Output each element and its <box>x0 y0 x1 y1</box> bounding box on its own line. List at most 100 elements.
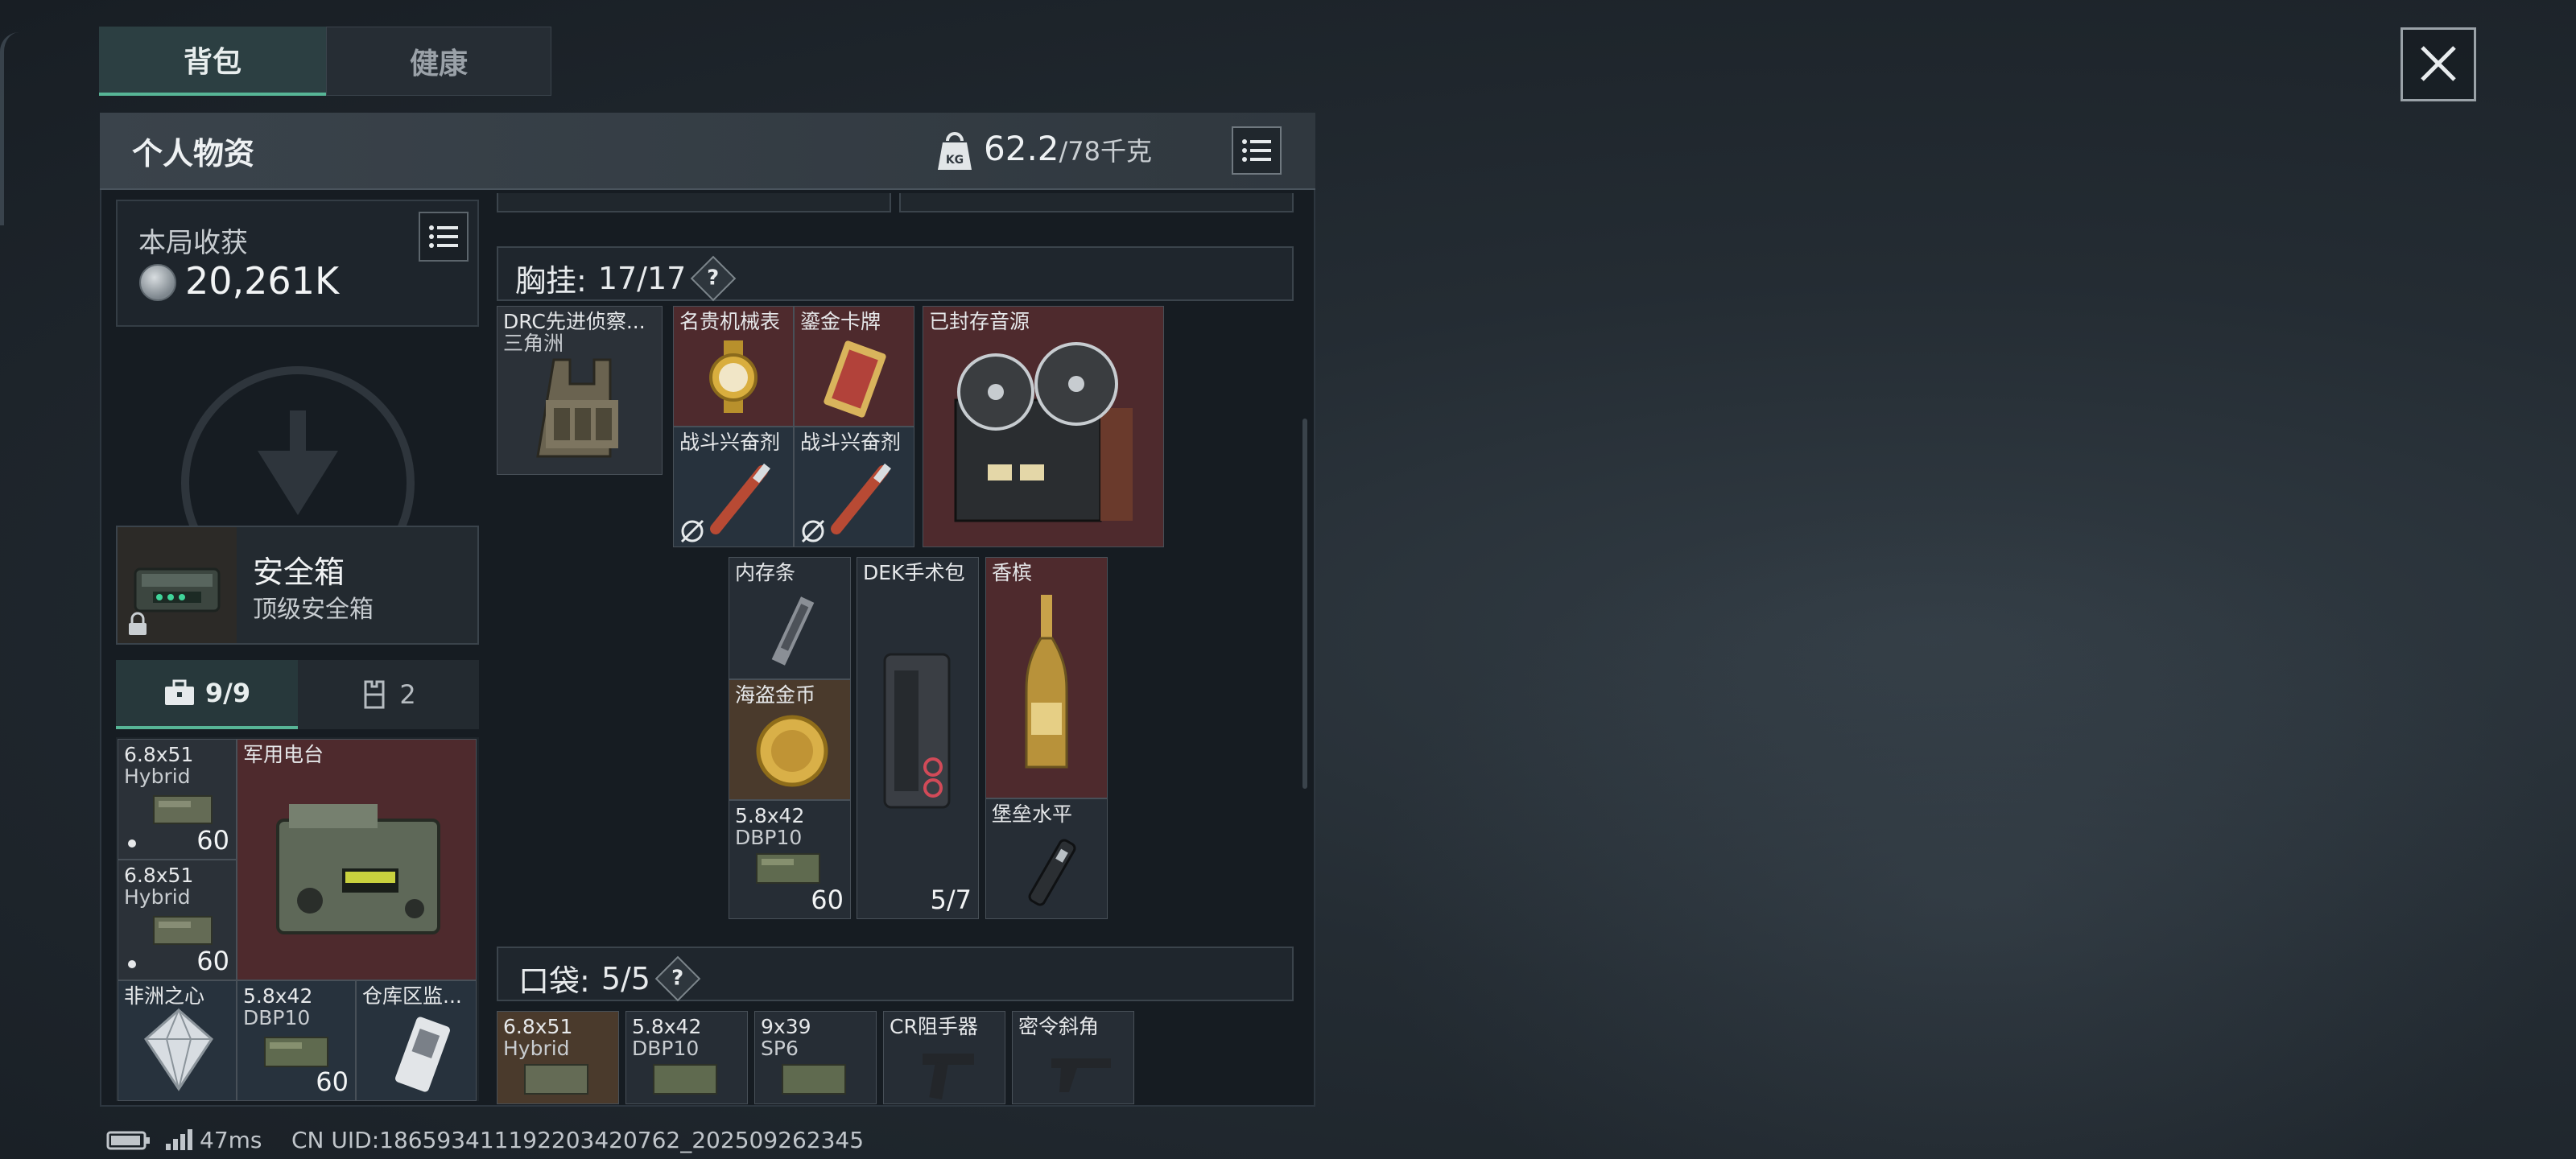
tab-secondary-container[interactable]: 2 <box>298 660 479 729</box>
item-quantity: 60 <box>196 825 229 856</box>
item-quantity: 60 <box>196 946 229 976</box>
lock-icon <box>129 612 147 635</box>
item-name: 9x39 <box>761 1015 811 1038</box>
help-button[interactable]: ? <box>691 255 737 301</box>
pockets-title: 口袋: 5/5 ? <box>518 955 701 1001</box>
list-item[interactable]: 密令斜角 <box>1012 1011 1134 1104</box>
list-item[interactable]: 海盗金币 <box>729 679 851 800</box>
gold-coin-image <box>756 715 828 787</box>
ammo-box-image <box>524 1064 588 1095</box>
ammo-box-image <box>782 1064 846 1095</box>
signal-icon <box>166 1129 192 1150</box>
list-item[interactable]: 5.8x42 DBP10 60 <box>237 980 356 1101</box>
scrollbar[interactable] <box>1302 419 1307 789</box>
list-item[interactable]: 6.8x51 Hybrid 60 <box>118 739 237 860</box>
list-item[interactable]: 军用电台 <box>237 739 477 980</box>
list-item[interactable]: DEK手术包 5/7 <box>857 557 979 919</box>
diamond-image <box>144 1008 213 1091</box>
vest-icon <box>364 680 385 709</box>
item-name: DEK手术包 <box>863 561 965 584</box>
earnings-list-button[interactable] <box>419 212 469 262</box>
marker-dot <box>128 839 136 848</box>
list-item[interactable]: 9x39 SP6 <box>754 1011 877 1104</box>
weight-icon-text: KG <box>946 154 964 167</box>
item-name: 6.8x51 <box>503 1015 573 1038</box>
weight-icon: KG <box>938 132 972 170</box>
weight-current: 62.2 <box>984 129 1059 168</box>
stim-injector-image <box>710 463 770 534</box>
no-use-icon <box>801 519 825 543</box>
item-quantity: 5/7 <box>930 885 972 915</box>
battery-icon <box>106 1131 150 1150</box>
grip-image <box>923 1054 974 1100</box>
list-item[interactable] <box>899 193 1294 212</box>
item-name: 内存条 <box>735 561 796 584</box>
earnings-value: 20,261K <box>185 259 340 303</box>
item-name: 6.8x51 <box>124 864 194 887</box>
sort-list-button[interactable] <box>1232 126 1282 175</box>
list-item[interactable]: 5.8x42 DBP10 60 <box>729 800 851 919</box>
list-item[interactable]: DRC先进侦察... 三角洲 <box>497 306 663 475</box>
list-item[interactable]: 战斗兴奋剂 <box>794 427 914 547</box>
champagne-image <box>1025 595 1068 769</box>
close-button[interactable] <box>2401 27 2476 101</box>
chest-rig-label: 胸挂: <box>515 263 587 299</box>
list-item[interactable]: 名贵机械表 <box>673 306 794 427</box>
ammo-box-image <box>756 853 820 884</box>
chest-rig-count: 17/17 <box>597 260 687 296</box>
list-item[interactable]: 仓库区监... <box>356 980 477 1101</box>
faction-emblem-watermark <box>181 366 415 531</box>
tab-backpack[interactable]: 背包 <box>99 27 326 96</box>
card-image <box>824 340 886 418</box>
list-item[interactable]: 5.8x42 DBP10 <box>625 1011 748 1104</box>
list-item[interactable]: 6.8x51 Hybrid <box>497 1011 619 1104</box>
list-item[interactable]: 战斗兴奋剂 <box>673 427 794 547</box>
tab-safe-box-slots[interactable]: 9/9 <box>116 660 298 729</box>
list-item[interactable]: 已封存音源 <box>923 306 1164 547</box>
list-item[interactable] <box>497 193 891 212</box>
marker-dot <box>128 960 136 968</box>
page-title: 个人物资 <box>132 136 255 171</box>
reel-recorder-image <box>954 342 1133 522</box>
tab-health[interactable]: 健康 <box>326 27 551 96</box>
tab-health-label: 健康 <box>409 47 468 80</box>
item-subname: Hybrid <box>124 885 191 909</box>
weight-readout: 62.2/78千克 <box>984 129 1152 168</box>
uid-readout: CN UID:18659341119220342076​2_2025092623… <box>291 1127 865 1153</box>
list-item[interactable]: 6.8x51 Hybrid 60 <box>118 860 237 980</box>
list-icon <box>1242 139 1271 162</box>
list-item[interactable]: 非洲之心 <box>118 980 237 1101</box>
pockets-count: 5/5 <box>601 960 650 996</box>
item-name: 密令斜角 <box>1018 1015 1100 1038</box>
safe-box-slots-count: 9/9 <box>204 678 251 708</box>
item-name: 战斗兴奋剂 <box>679 431 781 454</box>
item-name: DRC先进侦察... <box>503 310 646 333</box>
earnings-label: 本局收获 <box>138 227 248 259</box>
help-icon: ? <box>707 266 720 291</box>
watch-image <box>709 340 758 413</box>
item-name: 鎏金卡牌 <box>800 310 881 333</box>
item-name: 5.8x42 <box>632 1015 702 1038</box>
item-subname: DBP10 <box>735 826 803 849</box>
safe-box-title: 安全箱 <box>253 555 345 590</box>
item-subname: Hybrid <box>503 1037 570 1060</box>
help-button[interactable]: ? <box>654 955 701 1001</box>
item-quantity: 60 <box>316 1066 349 1097</box>
item-name: 6.8x51 <box>124 743 194 766</box>
pockets-label: 口袋: <box>518 963 590 999</box>
list-item[interactable]: 内存条 <box>729 557 851 679</box>
safe-box-subtitle: 顶级安全箱 <box>253 596 374 624</box>
item-name: 军用电台 <box>243 743 324 766</box>
list-item[interactable]: 鎏金卡牌 <box>794 306 914 427</box>
list-item[interactable]: 香槟 <box>985 557 1108 798</box>
coin-icon <box>139 264 176 301</box>
ammo-box-image <box>153 916 213 945</box>
list-item[interactable]: CR阻手器 <box>883 1011 1005 1104</box>
help-icon: ? <box>671 966 684 991</box>
item-name: 非洲之心 <box>124 984 205 1008</box>
item-subname: SP6 <box>761 1037 799 1060</box>
item-name: 5.8x42 <box>735 804 805 827</box>
briefcase-icon <box>164 679 194 705</box>
list-item[interactable]: 堡垒水平 <box>985 798 1108 919</box>
item-quantity: 60 <box>811 885 844 915</box>
